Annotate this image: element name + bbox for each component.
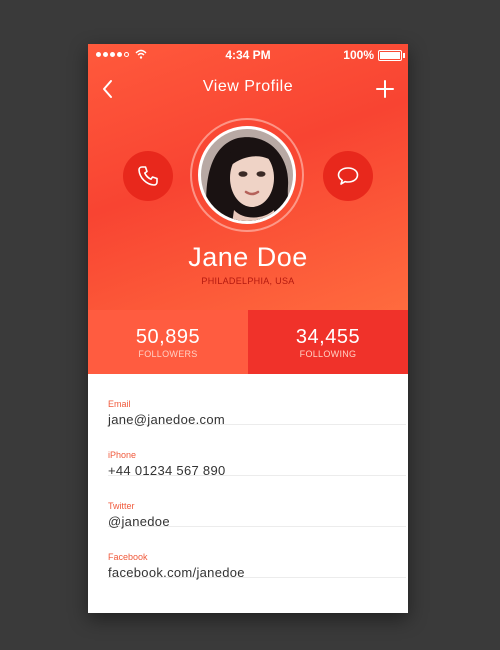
following-stat[interactable]: 34,455 FOLLOWING <box>248 310 408 374</box>
followers-count: 50,895 <box>135 326 201 348</box>
phone-screen: 4:34 PM 100% View Profile Jane Doe PHILA… <box>88 44 408 613</box>
contact-email[interactable]: Email jane@janedoe.com <box>108 374 406 427</box>
contact-twitter[interactable]: Twitter @janedoe <box>108 476 406 529</box>
contact-label: Twitter <box>108 501 135 511</box>
contact-iphone[interactable]: iPhone +44 01234 567 890 <box>108 425 406 478</box>
chat-bubble-icon <box>337 167 359 185</box>
plus-icon <box>376 80 394 98</box>
message-button[interactable] <box>323 151 373 201</box>
profile-location: PHILADELPHIA, USA <box>201 276 295 286</box>
followers-stat[interactable]: 50,895 FOLLOWERS <box>88 310 248 374</box>
add-button[interactable] <box>372 74 398 102</box>
following-count: 34,455 <box>295 326 361 348</box>
contact-value: facebook.com/janedoe <box>108 565 245 580</box>
profile-header: 4:34 PM 100% View Profile Jane Doe PHILA… <box>88 44 408 310</box>
stats-bar: 50,895 FOLLOWERS 34,455 FOLLOWING <box>88 310 408 374</box>
contact-facebook[interactable]: Facebook facebook.com/janedoe <box>108 527 406 580</box>
contact-list: Email jane@janedoe.com iPhone +44 01234 … <box>88 374 408 580</box>
followers-label: FOLLOWERS <box>138 349 198 359</box>
phone-icon <box>138 166 158 186</box>
contact-label: Email <box>108 399 131 409</box>
following-label: FOLLOWING <box>299 349 357 359</box>
profile-name: Jane Doe <box>188 242 308 272</box>
page-title: View Profile <box>202 78 294 95</box>
battery-icon <box>378 50 405 61</box>
profile-photo <box>200 128 294 222</box>
status-bar: 4:34 PM 100% <box>88 44 408 66</box>
contact-label: Facebook <box>108 552 148 562</box>
contact-label: iPhone <box>108 450 137 460</box>
avatar <box>198 126 296 224</box>
navigation-bar: View Profile <box>88 70 408 106</box>
battery-percent: 100% <box>343 48 374 62</box>
call-button[interactable] <box>123 151 173 201</box>
